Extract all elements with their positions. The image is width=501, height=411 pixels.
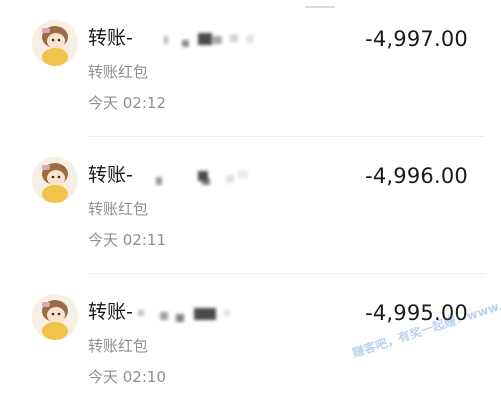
- redacted-name-mosaic: [152, 167, 262, 187]
- transaction-type: 转账红包: [88, 337, 149, 355]
- transaction-title: 转账-: [88, 301, 133, 323]
- transaction-amount: -4,996.00: [365, 164, 468, 188]
- cartoon-girl-avatar-icon: [32, 157, 78, 203]
- cartoon-girl-avatar-icon: [32, 294, 78, 340]
- transaction-list: 转账- -4,997.00 转账红包 今天 02:12 转账- -4,996.0…: [0, 0, 501, 402]
- redacted-name-mosaic: [160, 30, 270, 50]
- transaction-title: 转账-: [88, 164, 133, 186]
- transaction-type: 转账红包: [88, 200, 149, 218]
- transaction-row[interactable]: 转账- -4,996.00 转账红包 今天 02:11: [0, 137, 501, 274]
- transaction-row[interactable]: 转账- -4,995.00 转账红包 今天 02:10: [0, 274, 501, 411]
- transaction-row[interactable]: 转账- -4,997.00 转账红包 今天 02:12: [0, 0, 501, 137]
- transaction-amount: -4,997.00: [365, 27, 468, 51]
- transaction-time: 今天 02:12: [88, 94, 166, 112]
- transaction-title: 转账-: [88, 27, 133, 49]
- cartoon-girl-avatar-icon: [32, 20, 78, 66]
- transaction-time: 今天 02:10: [88, 368, 166, 386]
- redacted-name-mosaic: [132, 304, 242, 324]
- transaction-type: 转账红包: [88, 63, 149, 81]
- transaction-time: 今天 02:11: [88, 231, 166, 249]
